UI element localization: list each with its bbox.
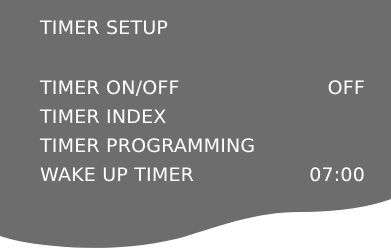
menu-item-label: TIMER INDEX xyxy=(40,106,167,128)
timer-setup-screen: TIMER SETUP TIMER ON/OFF OFF TIMER INDEX… xyxy=(0,0,391,250)
menu-item-timer-on-off[interactable]: TIMER ON/OFF OFF xyxy=(40,75,365,101)
menu-item-label: TIMER ON/OFF xyxy=(40,77,180,99)
menu-item-label: TIMER PROGRAMMING xyxy=(40,135,256,157)
menu-item-wake-up-timer[interactable]: WAKE UP TIMER 07:00 xyxy=(40,162,365,188)
menu-item-label: WAKE UP TIMER xyxy=(40,164,195,186)
menu-item-value: OFF xyxy=(327,77,365,99)
menu-item-timer-programming[interactable]: TIMER PROGRAMMING xyxy=(40,133,365,159)
menu-item-timer-index[interactable]: TIMER INDEX xyxy=(40,104,365,130)
menu-item-value: 07:00 xyxy=(309,164,365,186)
menu-title: TIMER SETUP xyxy=(40,17,169,39)
